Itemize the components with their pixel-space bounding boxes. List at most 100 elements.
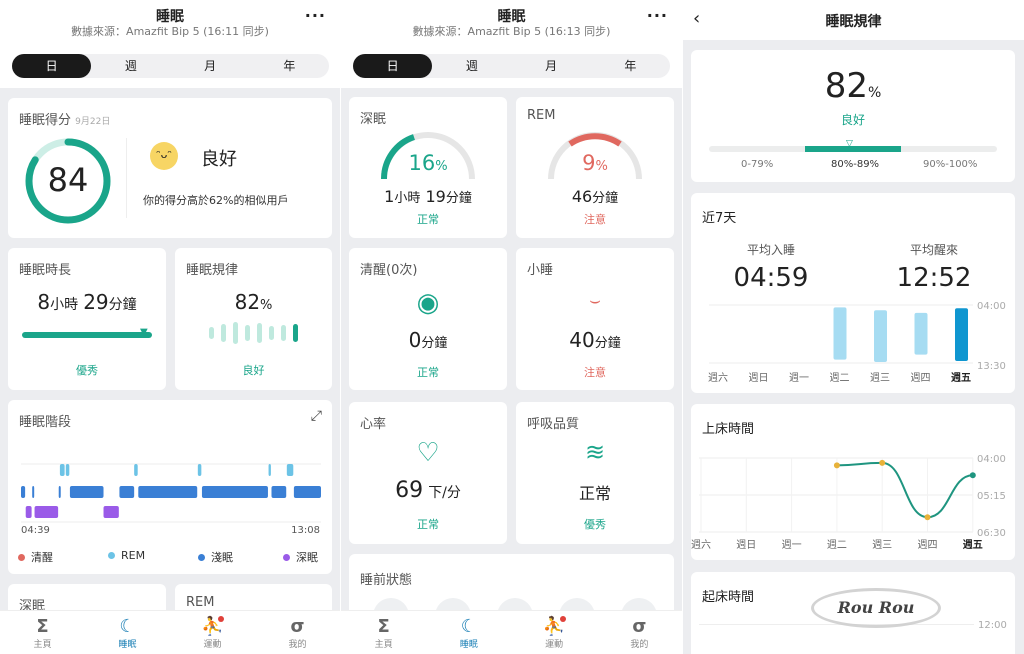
card-title: 睡眠規律 — [186, 263, 239, 278]
nav-profile[interactable]: σ 我的 — [597, 611, 682, 654]
header: 睡眠 數據來源：Amazfit Bip 5 (16:13 同步) ··· 日 週… — [341, 0, 682, 88]
card-title: REM — [527, 108, 556, 123]
tab-day[interactable]: 日 — [12, 54, 92, 78]
bedtime-point — [924, 514, 931, 521]
avg-sleep-label: 平均入睡 — [746, 243, 795, 257]
deep-sleep-card[interactable]: 深眠 16% 1小時 19分鐘 正常 — [349, 97, 507, 238]
awake-card[interactable]: 清醒(0次) ◉ 0分鐘 正常 — [349, 248, 507, 390]
nav-workout[interactable]: ⛹ 運動 — [170, 611, 255, 654]
breathing-card[interactable]: 呼吸品質 ≋ 正常 優秀 — [516, 402, 674, 544]
tab-day[interactable]: 日 — [353, 54, 433, 78]
nav-profile[interactable]: σ 我的 — [255, 611, 340, 654]
breathing-status: 優秀 — [584, 518, 606, 531]
avg-sleep-value: 04:59 — [733, 263, 809, 293]
rem-percent: 9% — [582, 151, 608, 175]
nav-home[interactable]: Σ 主頁 — [0, 611, 85, 654]
nav-home[interactable]: Σ 主頁 — [341, 611, 426, 654]
awake-status: 正常 — [417, 366, 439, 379]
heart-rate-status: 正常 — [417, 518, 439, 531]
score-date: 9月22日 — [75, 117, 111, 127]
stage-segment-rem — [59, 464, 65, 476]
wake-time-card: 起床時間 12:00 Rou Rou — [691, 572, 1015, 654]
day-label: 週四 — [911, 372, 931, 384]
regularity-score-card: 82% 良好 ▽ 0-79% 80%-89% 90%-100% — [691, 50, 1015, 182]
wind-icon: ≋ — [584, 438, 606, 466]
stage-segment-light — [119, 486, 135, 498]
moon-icon: ☾ — [460, 616, 477, 637]
rem-card[interactable]: REM 9% 46分鐘 注意 — [516, 97, 674, 238]
sleep-duration-card[interactable]: 睡眠時長 8小時 29分鐘 ▼ 優秀 — [8, 248, 166, 390]
sleep-score-card[interactable]: 睡眠得分 9月22日 84 ᵔᴗᵔ 良好 你的得分高於62%的相似用戶 — [8, 98, 332, 238]
card-title: 小睡 — [527, 263, 554, 278]
sleep-regularity-card[interactable]: 睡眠規律 82% 良好 — [175, 248, 332, 390]
heart-rate-card[interactable]: 心率 ♡ 69 下/分 正常 — [349, 402, 507, 544]
card-title: 睡眠得分 — [19, 113, 72, 128]
stage-segment-light — [32, 486, 35, 498]
tab-month[interactable]: 月 — [171, 54, 250, 78]
stage-segment-rem — [286, 464, 294, 476]
day-label: 週四 — [918, 539, 938, 551]
axis-label: 05:15 — [977, 491, 1006, 502]
day-label: 週一 — [789, 372, 809, 384]
sleep-stages-chart — [21, 463, 321, 523]
notification-dot — [559, 616, 566, 622]
nap-card[interactable]: 小睡 ⌣ 40分鐘 注意 — [516, 248, 674, 390]
nav-sleep[interactable]: ☾ 睡眠 — [85, 611, 170, 654]
runner-icon: ⛹ — [542, 616, 566, 637]
axis-label: 13:30 — [977, 361, 1006, 372]
stage-segment-light — [58, 486, 61, 498]
regularity-value: 82% — [824, 66, 882, 106]
expand-icon[interactable]: ⤢ — [311, 408, 322, 424]
sleep-stages-card[interactable]: 睡眠階段 ⤢ 04:39 13:08 清醒 REM 淺眠 深眠 — [8, 400, 332, 574]
more-icon[interactable]: ··· — [305, 6, 326, 25]
tab-year[interactable]: 年 — [591, 54, 670, 78]
nav-sleep[interactable]: ☾ 睡眠 — [426, 611, 511, 654]
sleep-window-bar — [955, 308, 968, 361]
duration-status: 優秀 — [76, 364, 98, 377]
tab-year[interactable]: 年 — [250, 54, 329, 78]
card-title: 睡眠階段 — [19, 415, 72, 430]
nav-workout[interactable]: ⛹ 運動 — [512, 611, 597, 654]
range-high: 90%-100% — [923, 159, 978, 170]
bottom-nav: Σ 主頁 ☾ 睡眠 ⛹ 運動 σ 我的 — [341, 610, 682, 654]
day-label: 週一 — [782, 539, 802, 551]
day-label: 週三 — [870, 372, 890, 384]
tab-week[interactable]: 週 — [91, 54, 170, 78]
avg-wake-value: 12:52 — [896, 263, 972, 293]
sleep-detail-screen: 睡眠 數據來源：Amazfit Bip 5 (16:13 同步) ··· 日 週… — [341, 0, 682, 654]
profile-icon: σ — [290, 616, 305, 637]
nav-label: 睡眠 — [459, 640, 478, 650]
profile-icon: σ — [632, 616, 647, 637]
data-source: 數據來源：Amazfit Bip 5 (16:11 同步) — [71, 25, 269, 38]
avg-wake-label: 平均醒來 — [909, 243, 958, 257]
nav-label: 主頁 — [33, 640, 52, 650]
bedtime-chart: 04:00 05:15 06:30 週六 週日 週一 週二 週三 週四 週五 — [691, 454, 1006, 551]
rem-duration: 46分鐘 — [571, 187, 619, 206]
day-label: 週六 — [708, 372, 728, 384]
nav-label: 運動 — [203, 640, 222, 650]
sleep-regularity-screen: ‹ 睡眠規律 82% 良好 ▽ 0-79% 80%-89% 90%-100% 近… — [683, 0, 1024, 654]
gridline — [699, 624, 974, 625]
divider — [126, 138, 127, 218]
heart-rate-value: 69 下/分 — [395, 478, 461, 503]
deep-duration: 1小時 19分鐘 — [384, 187, 472, 206]
bedtime-point — [879, 459, 886, 466]
more-icon[interactable]: ··· — [647, 6, 668, 25]
bedtime-line — [836, 461, 973, 519]
stage-segment-light — [69, 486, 104, 498]
sigma-icon: Σ — [377, 616, 390, 637]
legend-deep: 深眠 — [283, 549, 318, 565]
day-label: 週五 — [963, 539, 983, 551]
closed-eye-icon: ⌣ — [589, 290, 601, 311]
card-title: 呼吸品質 — [527, 417, 580, 432]
regularity-rating: 良好 — [840, 113, 865, 127]
stage-segment-rem — [268, 464, 271, 476]
rem-status: 注意 — [584, 213, 606, 226]
marker-icon: ▽ — [846, 139, 853, 149]
tab-month[interactable]: 月 — [512, 54, 591, 78]
tab-week[interactable]: 週 — [432, 54, 511, 78]
eye-icon: ◉ — [416, 288, 440, 318]
nap-duration: 40分鐘 — [569, 328, 621, 352]
regularity-value: 82% — [234, 290, 273, 314]
regularity-bars — [209, 322, 298, 344]
